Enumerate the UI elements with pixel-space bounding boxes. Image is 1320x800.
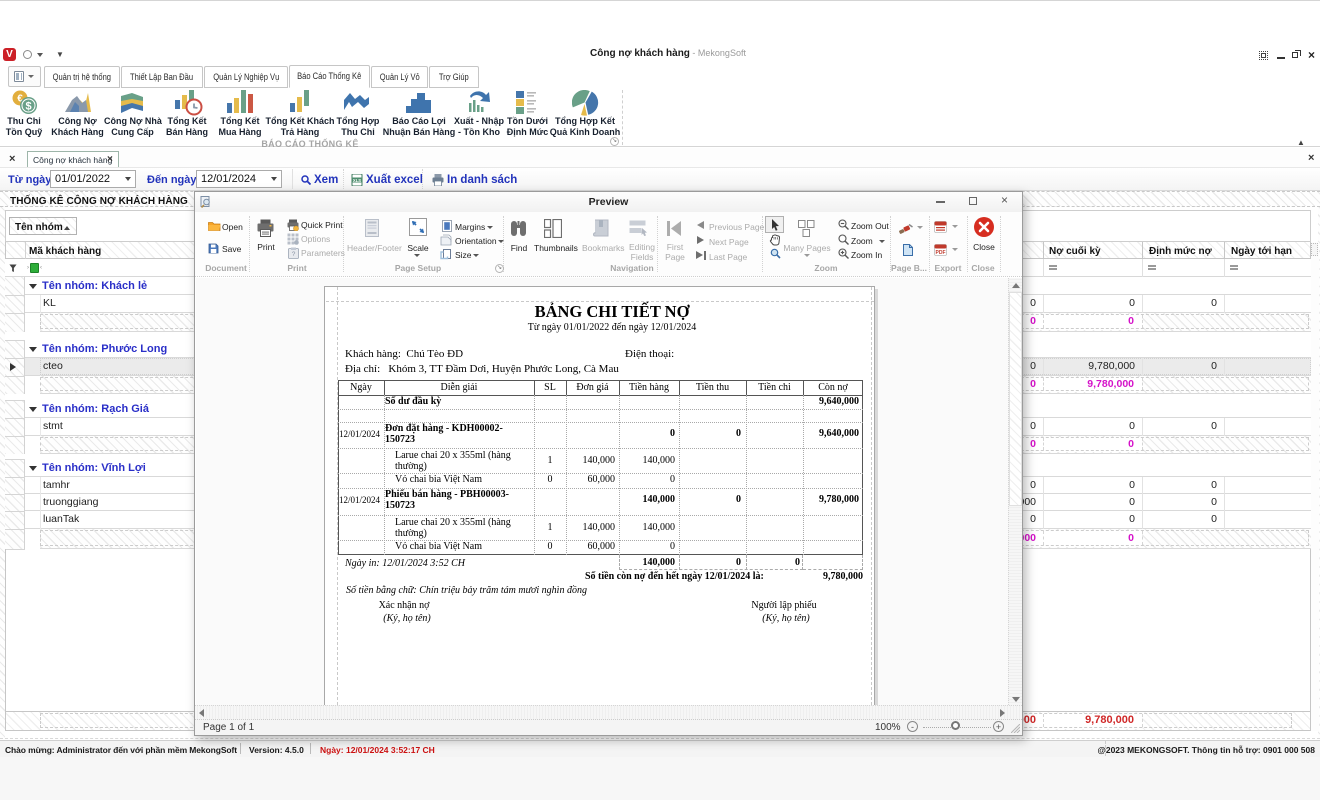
svg-text:PDF: PDF (936, 250, 946, 256)
svg-text:?: ? (292, 251, 296, 258)
svg-text:$: $ (25, 101, 31, 113)
svg-text:XLS: XLS (353, 178, 361, 183)
